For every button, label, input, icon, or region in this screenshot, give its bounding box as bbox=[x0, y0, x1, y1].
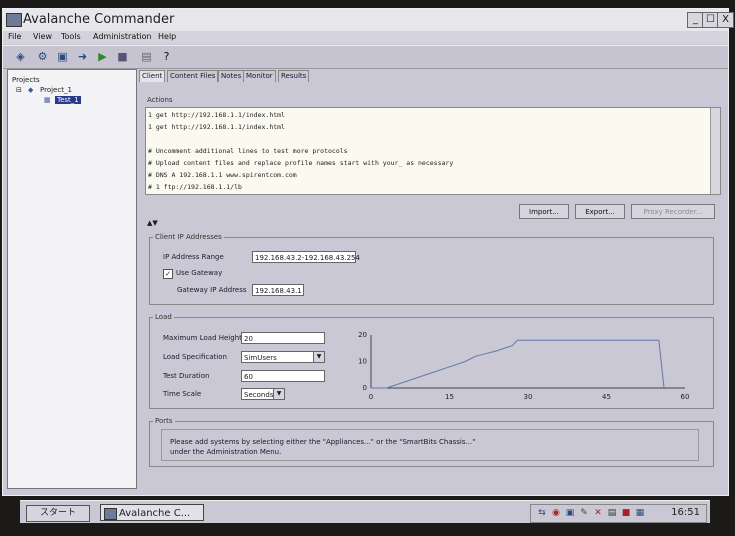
gear-icon[interactable]: ⚙ bbox=[35, 49, 50, 64]
x-tick-label: 45 bbox=[602, 393, 611, 401]
menu-tools[interactable]: Tools bbox=[61, 32, 81, 41]
y-tick-labels: 0 10 20 bbox=[358, 331, 367, 392]
toolbar: ◈ ⚙ ▣ ➜ ▶ ■ ▤ ? bbox=[3, 45, 728, 69]
y-tick-label: 10 bbox=[358, 358, 367, 366]
duration-input[interactable]: 60 bbox=[241, 370, 325, 382]
x-tick-label: 15 bbox=[445, 393, 454, 401]
chevron-down-icon[interactable]: ▼ bbox=[273, 389, 284, 399]
action-line: 1 get http://192.168.1.1/index.html bbox=[148, 111, 285, 119]
action-line: # 1 ftp://192.168.1.1/lb bbox=[148, 183, 242, 191]
device-icon[interactable]: ▤ bbox=[607, 508, 617, 518]
timescale-select[interactable]: Seconds ▼ bbox=[241, 388, 285, 400]
actions-scrollbar[interactable] bbox=[710, 108, 720, 194]
system-tray: ⇆ ◉ ▣ ✎ ✕ ▤ ■ ▦ 16:51 bbox=[530, 504, 707, 523]
alert-icon[interactable]: ■ bbox=[621, 508, 631, 518]
x-tick-label: 60 bbox=[681, 393, 690, 401]
title-bar: Avalanche Commander _ ☐ X bbox=[3, 9, 734, 32]
import-button[interactable]: Import... bbox=[519, 204, 569, 219]
duration-label: Test Duration bbox=[163, 372, 210, 380]
project-tree: Projects ⊟ ◆ Project_1 ▦ Test_1 bbox=[7, 69, 137, 489]
load-series-line bbox=[371, 339, 665, 389]
splitter-arrows-icon[interactable]: ▲▼ bbox=[147, 219, 158, 227]
action-line: # Upload content files and replace profi… bbox=[148, 159, 454, 167]
tab-monitor[interactable]: Monitor bbox=[243, 70, 276, 82]
y-tick-label: 0 bbox=[363, 384, 367, 392]
gateway-input[interactable]: 192.168.43.1 bbox=[252, 284, 304, 296]
close-button[interactable]: X bbox=[717, 12, 734, 28]
file-icon[interactable]: ▤ bbox=[139, 49, 154, 64]
security-icon[interactable]: ◉ bbox=[551, 508, 561, 518]
use-gateway-label: Use Gateway bbox=[176, 269, 223, 277]
actions-editor[interactable]: 1 get http://192.168.1.1/index.html 1 ge… bbox=[145, 107, 721, 195]
tool-icon[interactable]: ✕ bbox=[593, 508, 603, 518]
main-panel: Client Content Files Notes Monitor Resul… bbox=[139, 69, 726, 489]
timescale-label: Time Scale bbox=[163, 390, 202, 398]
display-icon[interactable]: ▦ bbox=[635, 508, 645, 518]
test-icon: ▦ bbox=[44, 96, 51, 104]
app-icon bbox=[104, 508, 117, 520]
client-ip-group bbox=[149, 237, 714, 305]
action-line: # DNS A 192.168.1.1 www.spirentcom.com bbox=[148, 171, 297, 179]
max-load-input[interactable]: 20 bbox=[241, 332, 325, 344]
project-icon: ◆ bbox=[28, 86, 34, 94]
tab-notes[interactable]: Notes bbox=[218, 70, 245, 82]
app-window: Avalanche Commander _ ☐ X File View Tool… bbox=[2, 8, 734, 496]
ports-message-box: Please add systems by selecting either t… bbox=[161, 429, 699, 461]
x-tick-label: 0 bbox=[369, 393, 373, 401]
action-line: # Uncomment additional lines to test mor… bbox=[148, 147, 348, 155]
network-icon[interactable]: ◈ bbox=[13, 49, 28, 64]
tree-project[interactable]: Project_1 bbox=[40, 86, 72, 94]
x-tick-labels: 0 15 30 45 60 bbox=[369, 393, 690, 401]
load-chart: 0 15 30 45 60 0 10 20 bbox=[358, 331, 690, 401]
taskbar: スタート Avalanche C... ⇆ ◉ ▣ ✎ ✕ ▤ ■ ▦ 16:5… bbox=[20, 500, 710, 523]
tree-root[interactable]: Projects bbox=[12, 76, 40, 84]
ports-label: Ports bbox=[153, 417, 175, 425]
taskbar-app-label: Avalanche C... bbox=[119, 508, 191, 519]
ports-message: Please add systems by selecting either t… bbox=[170, 438, 476, 446]
taskbar-app-button[interactable]: Avalanche C... bbox=[100, 504, 204, 521]
save-icon[interactable]: ▣ bbox=[55, 49, 70, 64]
action-line: 1 get http://192.168.1.1/index.html bbox=[148, 123, 285, 131]
export-button[interactable]: Export... bbox=[575, 204, 625, 219]
proxy-recorder-button[interactable]: Proxy Recorder... bbox=[631, 204, 715, 219]
max-load-label: Maximum Load Height bbox=[163, 334, 242, 342]
actions-label: Actions bbox=[147, 96, 173, 104]
app-icon bbox=[6, 13, 22, 27]
tab-results[interactable]: Results bbox=[278, 70, 310, 82]
tree-expander-icon[interactable]: ⊟ bbox=[16, 86, 22, 94]
x-tick-label: 30 bbox=[524, 393, 533, 401]
clock: 16:51 bbox=[671, 507, 700, 518]
gateway-label: Gateway IP Address bbox=[177, 286, 247, 294]
client-ip-label: Client IP Addresses bbox=[153, 233, 224, 241]
tree-test-selected[interactable]: Test_1 bbox=[55, 96, 81, 104]
use-gateway-checkbox[interactable]: ✓ bbox=[163, 269, 173, 279]
load-label: Load bbox=[153, 313, 174, 321]
network-icon[interactable]: ⇆ bbox=[537, 508, 547, 518]
monitor-icon[interactable]: ▣ bbox=[565, 508, 575, 518]
load-spec-select[interactable]: SimUsers ▼ bbox=[241, 351, 325, 363]
play-icon[interactable]: ▶ bbox=[95, 49, 110, 64]
window-title: Avalanche Commander bbox=[23, 12, 175, 27]
load-spec-value: SimUsers bbox=[244, 354, 277, 362]
menu-view[interactable]: View bbox=[33, 32, 52, 41]
pen-icon[interactable]: ✎ bbox=[579, 508, 589, 518]
menu-administration[interactable]: Administration bbox=[93, 32, 152, 41]
help-icon[interactable]: ? bbox=[159, 49, 174, 64]
stop-icon[interactable]: ■ bbox=[115, 49, 130, 64]
menu-bar: File View Tools Administration Help bbox=[3, 31, 728, 44]
tab-client[interactable]: Client bbox=[139, 70, 166, 82]
start-button[interactable]: スタート bbox=[26, 505, 90, 522]
menu-file[interactable]: File bbox=[8, 32, 21, 41]
ports-message-2: under the Administration Menu. bbox=[170, 448, 282, 456]
timescale-value: Seconds bbox=[244, 391, 274, 399]
ip-range-input[interactable]: 192.168.43.2-192.168.43.254 bbox=[252, 251, 360, 263]
arrow-icon[interactable]: ➜ bbox=[75, 49, 90, 64]
tab-content-files[interactable]: Content Files bbox=[167, 70, 219, 82]
chevron-down-icon[interactable]: ▼ bbox=[313, 352, 324, 362]
y-tick-label: 20 bbox=[358, 331, 367, 339]
load-spec-label: Load Specification bbox=[163, 353, 227, 361]
menu-help[interactable]: Help bbox=[158, 32, 176, 41]
ip-range-label: IP Address Range bbox=[163, 253, 224, 261]
